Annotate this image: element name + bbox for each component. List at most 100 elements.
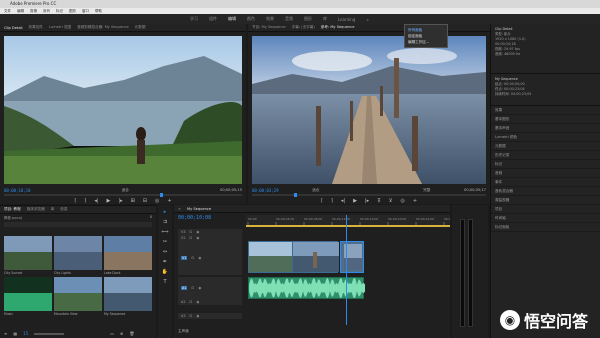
workspace-tab[interactable]: 效果: [266, 16, 274, 22]
project-item[interactable]: My Sequence: [104, 277, 152, 316]
panel-tab[interactable]: Lumetri 范围: [49, 25, 71, 30]
panel-list-item[interactable]: 元数据: [491, 142, 600, 151]
step-back-icon[interactable]: ◂|: [94, 198, 98, 204]
panel-tab[interactable]: 媒体浏览器: [27, 207, 45, 212]
list-view-icon[interactable]: ≡: [4, 331, 7, 336]
pen-tool-icon[interactable]: ✒: [163, 259, 167, 265]
dropdown-item[interactable]: 编辑工作区...: [408, 39, 444, 45]
panel-tab[interactable]: 信息: [60, 207, 67, 212]
project-item[interactable]: Mountain View: [54, 277, 102, 316]
track-header[interactable]: V1 ⊡ ◉: [178, 241, 242, 275]
lock-icon[interactable]: ⊡: [191, 256, 194, 260]
project-item[interactable]: Music: [4, 277, 52, 316]
video-clip-2[interactable]: [292, 241, 339, 273]
timeline-ruler[interactable]: 00;00 00;00;04;00 00;00;08;00 00;00;12;00 00…: [246, 215, 462, 225]
step-back-icon[interactable]: ◂|: [341, 198, 345, 204]
extract-icon[interactable]: ⊻: [389, 198, 393, 204]
visibility-icon[interactable]: ◉: [196, 300, 199, 304]
visibility-icon[interactable]: ◉: [196, 230, 199, 234]
visibility-icon[interactable]: ◉: [196, 314, 199, 318]
work-area-bar[interactable]: [246, 225, 450, 227]
ripple-edit-icon[interactable]: ⟺: [161, 229, 168, 235]
panel-tab[interactable]: 库: [51, 207, 55, 212]
insert-icon[interactable]: ⊞: [131, 198, 135, 204]
timeline-playhead[interactable]: [346, 215, 347, 325]
hand-tool-icon[interactable]: ✋: [162, 269, 168, 275]
project-item[interactable]: City Lights: [54, 236, 102, 275]
panel-tab[interactable]: 效果控件: [29, 25, 43, 30]
panel-tab[interactable]: 音频剪辑混合器: My Sequence: [77, 25, 129, 30]
lock-icon[interactable]: ⊡: [189, 300, 192, 304]
visibility-icon[interactable]: ◉: [198, 286, 201, 290]
mark-out-icon[interactable]: ⌉: [84, 198, 86, 204]
new-bin-icon[interactable]: ▭: [110, 331, 114, 336]
workspace-tab[interactable]: 颜色: [247, 16, 255, 22]
lock-icon[interactable]: ⊡: [189, 230, 192, 234]
panel-list-item[interactable]: 时间轴: [491, 214, 600, 223]
source-timecode-in[interactable]: 00;00;10;18: [4, 188, 31, 193]
panel-list-item[interactable]: Lumetri 颜色: [491, 133, 600, 142]
panel-tab[interactable]: Clip Detail: [4, 26, 23, 30]
project-search-input[interactable]: [4, 222, 152, 227]
lock-icon[interactable]: ⊡: [189, 236, 192, 240]
add-icon[interactable]: +: [167, 198, 171, 204]
icon-view-icon[interactable]: ▦: [13, 331, 17, 336]
mark-out-icon[interactable]: ⌉: [331, 198, 333, 204]
panel-list-item[interactable]: 历史记录: [491, 151, 600, 160]
play-icon[interactable]: ▶: [107, 198, 111, 204]
program-timecode-in[interactable]: 00;00;03;29: [252, 188, 279, 193]
step-forward-icon[interactable]: |▸: [118, 198, 122, 204]
track-header[interactable]: A3 ⊡ ◉: [178, 313, 242, 319]
mark-in-icon[interactable]: ⌈: [321, 198, 323, 204]
timeline-timecode[interactable]: 00;00;10;08: [178, 215, 211, 221]
panel-list-item[interactable]: 项目: [491, 205, 600, 214]
panel-tab[interactable]: 节目: My Sequence: [252, 25, 286, 30]
export-frame-icon[interactable]: ◎: [155, 198, 159, 204]
zoom-slider[interactable]: [34, 332, 65, 335]
program-fit-dropdown[interactable]: 适合: [312, 188, 319, 193]
panel-list-item[interactable]: 标记: [491, 160, 600, 169]
visibility-icon[interactable]: ◉: [196, 236, 199, 240]
program-quality-dropdown[interactable]: 完整: [423, 188, 430, 193]
workspace-dropdown-menu[interactable]: 所有面板 锁定面板 编辑工作区...: [404, 24, 448, 48]
panel-tab[interactable]: 参考: My Sequence: [321, 25, 355, 30]
panel-list-item[interactable]: 源监视器: [491, 196, 600, 205]
mark-in-icon[interactable]: ⌈: [74, 198, 76, 204]
overwrite-icon[interactable]: ⊟: [143, 198, 147, 204]
timeline-close-icon[interactable]: ×: [178, 207, 181, 211]
panel-list-item[interactable]: 音轨混合器: [491, 187, 600, 196]
panel-tab[interactable]: 元数据: [135, 25, 146, 30]
workspace-tab[interactable]: 库: [323, 16, 327, 22]
panel-list-item[interactable]: 基本声音: [491, 124, 600, 133]
track-select-icon[interactable]: ⇉: [163, 219, 167, 225]
play-icon[interactable]: ▶: [353, 198, 357, 204]
visibility-icon[interactable]: ◉: [198, 256, 201, 260]
lock-icon[interactable]: ⊡: [189, 314, 192, 318]
add-icon[interactable]: +: [413, 198, 417, 204]
timeline-tab[interactable]: My Sequence: [187, 207, 211, 211]
track-header[interactable]: A2 ⊡ ◉: [178, 299, 242, 305]
workspace-more-icon[interactable]: »: [366, 17, 368, 22]
project-item[interactable]: City Sunset: [4, 236, 52, 275]
workspace-tab[interactable]: 编辑: [228, 16, 236, 22]
workspace-tab[interactable]: 学习: [190, 16, 198, 22]
new-item-icon[interactable]: ⊕: [120, 331, 123, 336]
track-header[interactable]: A1 ⊡ ◉: [178, 277, 242, 299]
workspace-tab[interactable]: 组件: [209, 16, 217, 22]
workspace-tab[interactable]: Learning: [338, 17, 355, 22]
video-clip-1[interactable]: [248, 241, 293, 273]
trash-icon[interactable]: 🗑: [129, 331, 134, 336]
razor-tool-icon[interactable]: ✂: [163, 239, 167, 245]
type-tool-icon[interactable]: T: [163, 279, 166, 285]
lift-icon[interactable]: ⊼: [377, 198, 381, 204]
panel-list-item[interactable]: 效果: [491, 106, 600, 115]
panel-list-item[interactable]: 音频: [491, 169, 600, 178]
source-fit-dropdown[interactable]: 适合: [122, 188, 129, 193]
workspace-tab[interactable]: 图形: [304, 16, 312, 22]
panel-list-item[interactable]: 基本图形: [491, 115, 600, 124]
slip-tool-icon[interactable]: ↔: [163, 249, 167, 255]
step-forward-icon[interactable]: |▸: [365, 198, 369, 204]
lock-icon[interactable]: ⊡: [191, 286, 194, 290]
selection-tool-icon[interactable]: ▸: [164, 209, 167, 215]
export-frame-icon[interactable]: ◎: [400, 198, 404, 204]
